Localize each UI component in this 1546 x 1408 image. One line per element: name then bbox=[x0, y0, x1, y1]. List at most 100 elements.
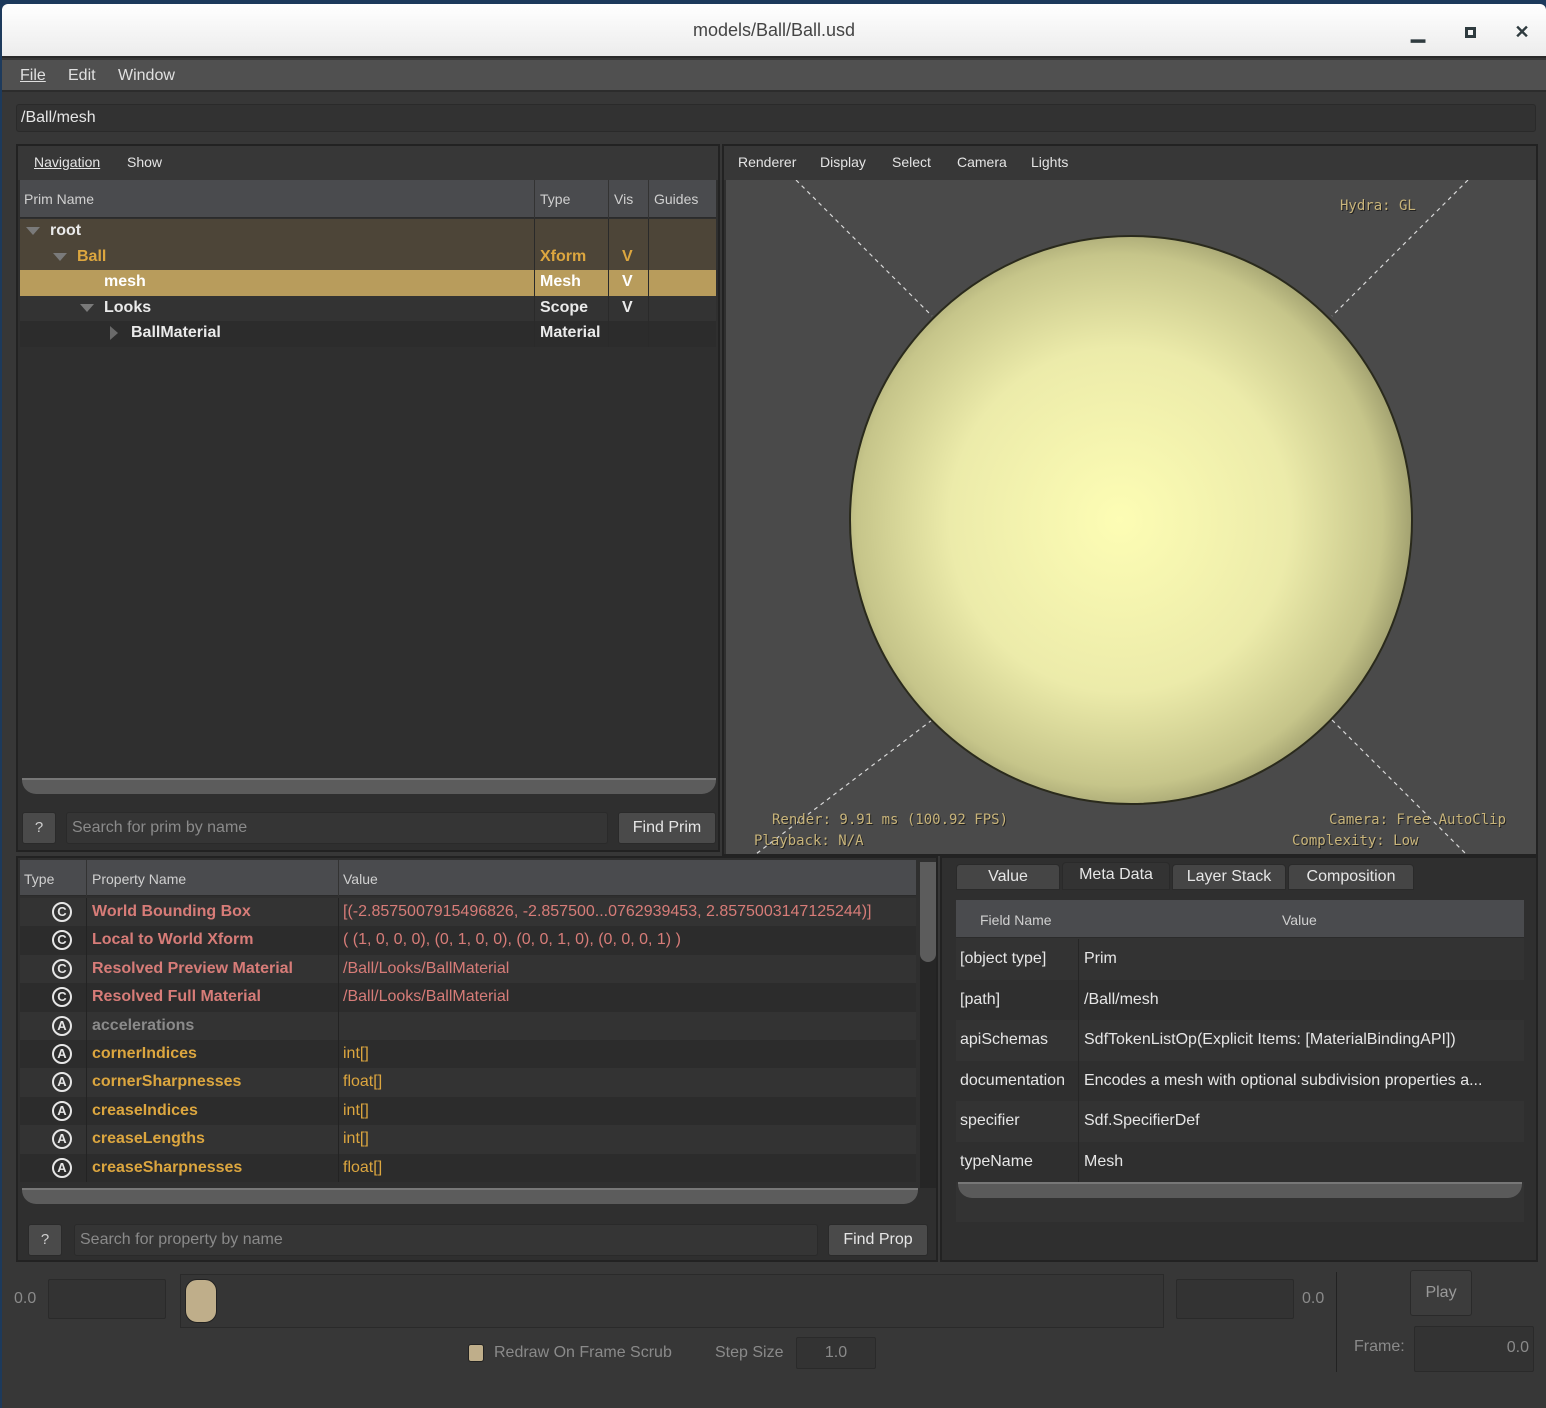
property-row[interactable]: AcornerIndices int[] bbox=[20, 1040, 916, 1069]
prim-search-help-button[interactable]: ? bbox=[22, 812, 56, 844]
range-start-input[interactable] bbox=[48, 1279, 166, 1319]
prim-name: root bbox=[50, 222, 82, 239]
metadata-field-name: specifier bbox=[960, 1112, 1020, 1129]
property-row[interactable]: Aaccelerations bbox=[20, 1011, 916, 1040]
prim-name: mesh bbox=[104, 273, 146, 290]
prim-type: Scope bbox=[540, 298, 589, 316]
menu-display[interactable]: Display bbox=[820, 154, 866, 170]
col-prim-name[interactable]: Prim Name bbox=[24, 191, 94, 207]
collapse-arrow-icon[interactable] bbox=[110, 326, 118, 340]
menu-select[interactable]: Select bbox=[892, 154, 931, 170]
range-end-input[interactable] bbox=[1176, 1279, 1294, 1319]
metadata-row[interactable]: [path] /Ball/mesh bbox=[956, 979, 1524, 1020]
property-horizontal-scrollbar[interactable] bbox=[22, 1188, 918, 1204]
property-row[interactable]: AcornerSharpnesses float[] bbox=[20, 1068, 916, 1097]
frame-slider-handle[interactable] bbox=[185, 1279, 217, 1323]
frame-input[interactable]: 0.0 bbox=[1414, 1326, 1534, 1372]
prim-row-mesh[interactable]: mesh Mesh V bbox=[20, 270, 716, 296]
tab-layer-stack[interactable]: Layer Stack bbox=[1172, 864, 1286, 890]
metadata-value: Prim bbox=[1084, 950, 1117, 967]
property-value: [(-2.8575007915496826, -2.857500...07629… bbox=[343, 903, 872, 920]
tab-meta-data[interactable]: Meta Data bbox=[1062, 862, 1170, 890]
prim-row-ballmaterial[interactable]: BallMaterial Material bbox=[20, 321, 716, 347]
property-value: float[] bbox=[343, 1158, 383, 1176]
menu-camera[interactable]: Camera bbox=[957, 154, 1007, 170]
property-row[interactable]: C Resolved Preview Material/Ball/Looks/Ba… bbox=[20, 954, 916, 984]
3d-viewport[interactable]: Hydra: GL Render: 9.91 ms (100.92 FPS) P… bbox=[726, 180, 1536, 854]
prim-row-looks[interactable]: Looks Scope V bbox=[20, 295, 716, 321]
find-prop-button[interactable]: Find Prop bbox=[828, 1224, 928, 1256]
prim-vis-toggle[interactable]: V bbox=[622, 299, 633, 317]
prim-table-header: Prim Name Type Vis Guides bbox=[20, 180, 716, 218]
property-search-help-button[interactable]: ? bbox=[28, 1224, 62, 1256]
minimize-button[interactable]: ▁ bbox=[1406, 20, 1430, 44]
col-value[interactable]: Value bbox=[343, 871, 378, 887]
step-size-input[interactable]: 1.0 bbox=[796, 1337, 876, 1369]
expand-arrow-icon[interactable] bbox=[53, 252, 67, 261]
property-row[interactable]: C Resolved Full Material/Ball/Looks/BallM… bbox=[20, 983, 916, 1012]
prim-search-input[interactable]: Search for prim by name bbox=[66, 812, 608, 844]
property-row[interactable]: AcreaseIndices int[] bbox=[20, 1096, 916, 1126]
tab-composition[interactable]: Composition bbox=[1288, 864, 1414, 890]
prim-type: Material bbox=[540, 324, 601, 341]
scrollbar-thumb[interactable] bbox=[920, 862, 936, 962]
maximize-button[interactable] bbox=[1458, 20, 1482, 44]
col-guides[interactable]: Guides bbox=[654, 191, 698, 207]
prim-row-ball[interactable]: Ball Xform V bbox=[20, 244, 716, 270]
property-name: cornerSharpnesses bbox=[92, 1073, 242, 1091]
prim-browser-menu: Navigation Show bbox=[18, 146, 718, 180]
property-name: creaseSharpnesses bbox=[92, 1158, 243, 1176]
prim-type: Xform bbox=[540, 247, 587, 265]
menu-bar: File Edit Window bbox=[2, 60, 1546, 92]
metadata-row[interactable]: documentation Encodes a mesh with optiona… bbox=[956, 1060, 1524, 1101]
metadata-horizontal-scrollbar[interactable] bbox=[958, 1182, 1522, 1198]
redraw-checkbox[interactable] bbox=[468, 1344, 484, 1362]
prim-horizontal-scrollbar[interactable] bbox=[22, 778, 716, 794]
metadata-value: Sdf.SpecifierDef bbox=[1084, 1112, 1200, 1129]
col-property-name[interactable]: Property Name bbox=[92, 871, 186, 887]
menu-navigation[interactable]: Navigation bbox=[34, 154, 100, 170]
metadata-value: Encodes a mesh with optional subdivision… bbox=[1084, 1071, 1483, 1089]
property-name: Resolved Preview Material bbox=[92, 959, 293, 977]
property-value: int[] bbox=[343, 1130, 369, 1148]
col-type[interactable]: Type bbox=[540, 191, 570, 207]
property-search-input[interactable]: Search for property by name bbox=[74, 1224, 818, 1256]
expand-arrow-icon[interactable] bbox=[80, 303, 94, 312]
menu-edit[interactable]: Edit bbox=[68, 67, 96, 85]
property-vertical-scrollbar[interactable] bbox=[920, 862, 936, 1188]
menu-lights[interactable]: Lights bbox=[1031, 154, 1068, 170]
col-field-name[interactable]: Field Name bbox=[980, 912, 1052, 928]
menu-show[interactable]: Show bbox=[127, 154, 162, 170]
metadata-row[interactable]: specifier Sdf.SpecifierDef bbox=[956, 1101, 1524, 1142]
property-row[interactable]: AcreaseSharpnesses float[] bbox=[20, 1153, 916, 1182]
property-row[interactable]: C Local to World Xform ( (1, 0, 0, 0), (0,… bbox=[20, 926, 916, 955]
play-button[interactable]: Play bbox=[1410, 1270, 1472, 1316]
prim-vis-toggle[interactable]: V bbox=[622, 273, 633, 291]
menu-window[interactable]: Window bbox=[118, 67, 175, 85]
prim-row-root[interactable]: root bbox=[20, 219, 716, 245]
prim-vis-toggle[interactable]: V bbox=[622, 248, 633, 266]
timeline-divider bbox=[1336, 1272, 1337, 1372]
tab-value[interactable]: Value bbox=[956, 864, 1060, 890]
attribute-icon: A bbox=[52, 1072, 72, 1093]
metadata-row[interactable]: apiSchemas SdfTokenListOp(Explicit Items:… bbox=[956, 1020, 1524, 1061]
menu-renderer[interactable]: Renderer bbox=[738, 154, 796, 170]
metadata-row[interactable]: typeName Mesh bbox=[956, 1141, 1524, 1182]
menu-file[interactable]: File bbox=[20, 67, 46, 85]
frame-slider[interactable] bbox=[180, 1274, 1164, 1328]
attribute-icon: A bbox=[52, 1129, 72, 1150]
col-vis[interactable]: Vis bbox=[614, 191, 633, 207]
metadata-row[interactable]: [object type] Prim bbox=[956, 939, 1524, 980]
property-name: creaseIndices bbox=[92, 1101, 198, 1119]
property-row[interactable]: C World Bounding Box [(-2.8575007915496826… bbox=[20, 898, 916, 927]
close-button[interactable]: ✕ bbox=[1510, 20, 1534, 44]
col-type[interactable]: Type bbox=[24, 871, 54, 887]
hud-camera: Camera: Free AutoClip bbox=[1329, 812, 1507, 828]
property-value: float[] bbox=[343, 1073, 383, 1091]
col-value[interactable]: Value bbox=[1282, 912, 1317, 928]
expand-arrow-icon[interactable] bbox=[26, 227, 40, 235]
property-row[interactable]: AcreaseLengths int[] bbox=[20, 1125, 916, 1154]
prim-path-field[interactable]: /Ball/mesh bbox=[16, 104, 1536, 132]
attribute-icon: A bbox=[52, 1015, 72, 1036]
find-prim-button[interactable]: Find Prim bbox=[618, 812, 716, 844]
